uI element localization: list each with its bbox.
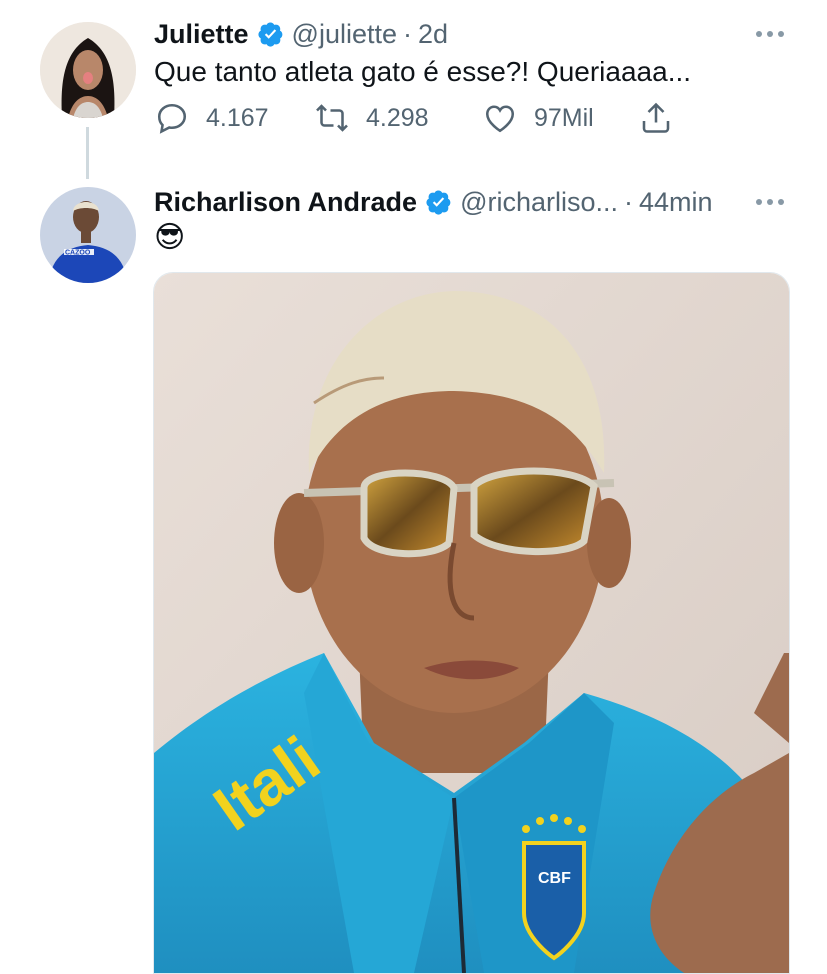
tweet-timestamp[interactable]: 44min [639, 187, 713, 218]
tweet-actions: 4.167 4.298 97Mil [154, 100, 694, 140]
share-icon [642, 102, 670, 133]
like-button[interactable]: 97Mil [482, 100, 594, 136]
tweet-text-emoji: 😎 [154, 221, 186, 254]
separator-dot: · [624, 186, 634, 217]
tweet-media-photo[interactable]: Itali CBF [153, 272, 790, 974]
more-dots-icon[interactable] [754, 29, 786, 39]
retweet-button[interactable]: 4.298 [314, 100, 429, 136]
more-dots-icon[interactable] [754, 197, 786, 207]
tweet-timestamp[interactable]: 2d [418, 19, 448, 50]
author-handle[interactable]: @juliette [292, 19, 397, 50]
author-name[interactable]: Juliette [154, 19, 249, 50]
reply-button[interactable]: 4.167 [154, 100, 269, 136]
reply-count: 4.167 [206, 103, 269, 132]
verified-badge-icon [257, 22, 282, 47]
author-name[interactable]: Richarlison Andrade [154, 187, 417, 218]
author-handle[interactable]: @richarliso... [460, 187, 618, 218]
svg-text:CAZOO: CAZOO [65, 250, 91, 257]
heart-icon [485, 105, 515, 133]
share-button[interactable] [638, 100, 690, 136]
separator-dot: · [403, 18, 412, 49]
avatar-juliette-image [40, 22, 136, 118]
verified-badge-icon [426, 190, 451, 215]
tweet-juliette[interactable]: Juliette @juliette · 2d Que tanto atleta… [0, 0, 827, 180]
thread-connector-line [86, 127, 89, 179]
avatar-richarlison-image: CAZOO [40, 187, 136, 283]
retweet-count: 4.298 [366, 103, 429, 132]
reply-icon [157, 103, 187, 134]
tweet-text: Que tanto atleta gato é esse?! Queriaaaa… [154, 56, 692, 87]
avatar-richarlison[interactable]: CAZOO [40, 187, 136, 283]
avatar-juliette[interactable] [40, 22, 136, 118]
cbf-badge-text: CBF [538, 870, 571, 887]
photo-illustration: Itali CBF [154, 273, 789, 973]
like-count: 97Mil [534, 103, 594, 132]
retweet-icon [316, 104, 348, 132]
